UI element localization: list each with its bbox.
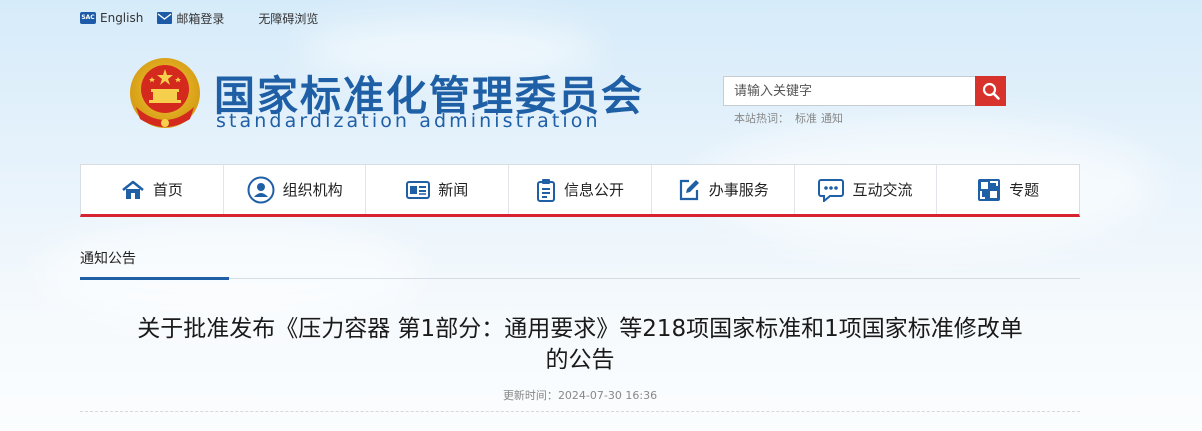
search-icon [982,82,1000,100]
article-title: 关于批准发布《压力容器 第1部分：通用要求》等218项国家标准和1项国家标准修改… [80,314,1080,376]
top-links-bar: SAC English 邮箱登录 无障碍浏览 [80,9,332,27]
article-title-line: 关于批准发布《压力容器 第1部分：通用要求》等218项国家标准和1项国家标准修改… [137,316,1023,342]
news-icon [406,180,431,200]
site-title-en: standardization administration [216,110,601,132]
accessibility-label: 无障碍浏览 [258,11,319,26]
accessibility-link[interactable]: 无障碍浏览 [258,10,318,27]
nav-item-label: 新闻 [438,181,469,199]
article-meta: 更新时间：2024-07-30 16:36 [80,387,1080,403]
breadcrumb-current[interactable]: 通知公告 [80,248,136,268]
mail-icon [157,12,173,24]
search-input[interactable] [723,76,975,106]
breadcrumb: 通知公告 [80,240,1080,280]
nav-item-interaction[interactable]: 互动交流 [795,165,938,214]
clipboard-icon [536,178,556,202]
main-nav: 首页 组织机构 新闻 信息公开 办事服务 互动交流 专题 [80,164,1080,217]
hot-word-link[interactable]: 通知 [821,112,843,125]
organization-icon [247,176,275,204]
hot-word-link[interactable]: 标准 [795,112,817,125]
nav-item-home[interactable]: 首页 [81,165,224,214]
search-box [723,76,1006,106]
english-link-label: English [100,11,144,25]
nav-item-label: 互动交流 [852,181,913,199]
english-link[interactable]: SAC English [80,11,143,25]
nav-item-news[interactable]: 新闻 [366,165,510,214]
hot-words-label: 本站热词： [734,112,789,125]
nav-item-label: 专题 [1009,181,1040,199]
home-icon [121,180,145,200]
topics-icon [977,178,1001,202]
nav-item-label: 组织机构 [282,181,343,199]
nav-item-services[interactable]: 办事服务 [652,165,795,214]
nav-item-label: 办事服务 [708,181,769,199]
sac-logo-icon: SAC [80,12,96,24]
chat-icon [818,178,845,202]
updated-label: 更新时间： [502,389,558,402]
hot-words: 本站热词： 标准 通知 [734,110,843,126]
search-button[interactable] [975,76,1006,106]
nav-item-info-disclosure[interactable]: 信息公开 [509,165,652,214]
nav-item-topics[interactable]: 专题 [937,165,1079,214]
email-login-label: 邮箱登录 [176,11,225,26]
email-login-link[interactable]: 邮箱登录 [157,10,224,27]
nav-item-label: 信息公开 [564,181,625,199]
edit-icon [677,178,701,202]
breadcrumb-underline [80,277,229,280]
article-title-line: 的公告 [545,347,615,373]
nav-item-label: 首页 [152,181,183,199]
nav-item-organization[interactable]: 组织机构 [224,165,367,214]
divider [80,411,1080,412]
national-emblem-logo [128,55,202,133]
updated-time: 2024-07-30 16:36 [557,389,658,402]
